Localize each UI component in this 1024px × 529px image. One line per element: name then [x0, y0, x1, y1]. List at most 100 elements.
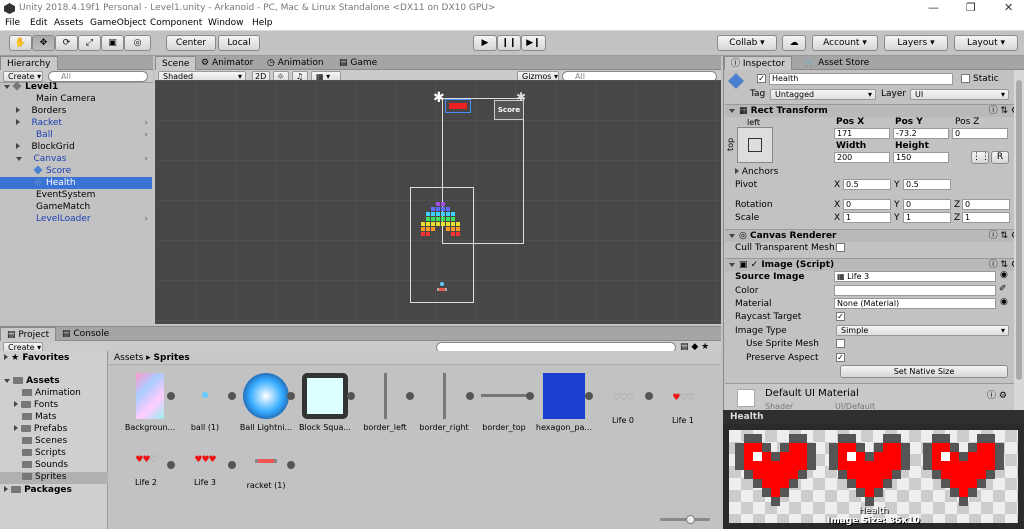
- scale-x-field[interactable]: 1: [843, 212, 891, 223]
- asset-block-square[interactable]: Block Squa...: [295, 373, 355, 432]
- menu-help[interactable]: Help: [252, 18, 273, 28]
- active-checkbox[interactable]: ✓: [757, 74, 766, 83]
- material-field[interactable]: None (Material): [834, 298, 996, 309]
- hierarchy-item-health[interactable]: Health: [0, 177, 152, 189]
- layer-dropdown[interactable]: UI ▾: [910, 89, 1009, 100]
- asset-hexagon-pattern[interactable]: hexagon_pa...: [534, 373, 594, 432]
- pivot-toggle[interactable]: Center: [166, 35, 216, 51]
- rotation-x-field[interactable]: 0: [843, 199, 891, 210]
- folder-animation[interactable]: Animation: [22, 388, 81, 398]
- expand-icon[interactable]: [228, 461, 236, 469]
- image-type-dropdown[interactable]: Simple ▾: [836, 325, 1009, 336]
- rotation-y-field[interactable]: 0: [903, 199, 951, 210]
- folder-mats[interactable]: Mats: [22, 412, 57, 422]
- asset-background[interactable]: Backgroun...: [120, 373, 180, 432]
- color-field[interactable]: [834, 285, 996, 296]
- menu-file[interactable]: File: [5, 18, 20, 28]
- scene-viewport[interactable]: Score ✱ ✱: [155, 80, 721, 324]
- breadcrumb-sprites[interactable]: Sprites: [154, 353, 190, 363]
- menu-component[interactable]: Component: [150, 18, 202, 28]
- account-dropdown[interactable]: Account ▾: [812, 35, 878, 51]
- folder-fonts[interactable]: Fonts: [14, 400, 58, 410]
- set-native-size-button[interactable]: Set Native Size: [840, 365, 1008, 378]
- tab-scene[interactable]: Scene: [155, 56, 197, 70]
- maximize-icon[interactable]: ❐: [966, 1, 976, 14]
- pivot-x-field[interactable]: 0.5: [843, 179, 891, 190]
- asset-racket[interactable]: racket (1): [236, 455, 296, 490]
- expand-icon[interactable]: [466, 392, 474, 400]
- expand-icon[interactable]: [287, 392, 295, 400]
- rect-transform-header[interactable]: ▦ Rect Transform ⓘ ⇅ ⚙: [725, 104, 1019, 117]
- play-button[interactable]: ▶: [473, 35, 497, 51]
- step-button[interactable]: ▶❙: [521, 35, 546, 51]
- asset-ball[interactable]: ball (1): [175, 373, 235, 432]
- image-script-header[interactable]: ▣ ✓ Image (Script) ⓘ ⇅ ⚙: [725, 258, 1019, 271]
- object-picker-icon[interactable]: ◉: [1000, 270, 1008, 280]
- scale-z-field[interactable]: 1: [962, 212, 1010, 223]
- rect-tool-icon[interactable]: ▣: [101, 35, 124, 51]
- tab-project[interactable]: ▤ Project: [0, 327, 57, 341]
- transform-tool-icon[interactable]: ◎: [124, 35, 151, 51]
- tab-game[interactable]: ▤ Game: [333, 56, 383, 70]
- pause-button[interactable]: ❙❙: [497, 35, 521, 51]
- asset-life-2[interactable]: ♥♥♡ Life 2: [116, 455, 176, 487]
- folder-sprites[interactable]: Sprites: [0, 472, 108, 484]
- health-selection[interactable]: [445, 99, 471, 113]
- minimize-icon[interactable]: —: [928, 1, 939, 14]
- asset-border-right[interactable]: border_right: [414, 373, 474, 432]
- scene-root-level1[interactable]: Level1: [0, 81, 152, 93]
- menu-gameobject[interactable]: GameObject: [90, 18, 146, 28]
- hierarchy-item-ball[interactable]: Ball ›: [0, 129, 152, 141]
- height-field[interactable]: 150: [893, 152, 949, 163]
- cull-checkbox[interactable]: [836, 243, 845, 252]
- eyedropper-icon[interactable]: ✐: [999, 284, 1007, 294]
- tab-console[interactable]: ▤ Console: [56, 327, 115, 341]
- hierarchy-item-borders[interactable]: Borders: [0, 105, 152, 117]
- folder-prefabs[interactable]: Prefabs: [14, 424, 67, 434]
- menu-window[interactable]: Window: [208, 18, 244, 28]
- asset-life-1[interactable]: ♥♡♡ Life 1: [653, 373, 713, 425]
- static-checkbox[interactable]: [961, 74, 970, 83]
- blueprint-mode-icon[interactable]: ⋮⋮: [971, 151, 990, 164]
- rotation-z-field[interactable]: 0: [962, 199, 1010, 210]
- asset-ball-lightning[interactable]: Ball Lightni...: [236, 373, 296, 432]
- width-field[interactable]: 200: [834, 152, 890, 163]
- source-image-field[interactable]: ▦ Life 3: [834, 271, 996, 282]
- scrollbar-thumb[interactable]: [1016, 80, 1022, 380]
- sprite-mesh-checkbox[interactable]: [836, 339, 845, 348]
- anchor-gizmo-icon[interactable]: ✱: [433, 90, 445, 106]
- hierarchy-item-canvas[interactable]: Canvas ›: [0, 153, 152, 165]
- tab-animation[interactable]: ◷ Animation: [261, 56, 330, 70]
- object-name-field[interactable]: Health: [769, 73, 953, 85]
- cloud-icon[interactable]: ☁: [782, 35, 806, 51]
- hierarchy-item-eventsystem[interactable]: EventSystem: [0, 189, 152, 201]
- hand-tool-icon[interactable]: ✋: [9, 35, 32, 51]
- layout-dropdown[interactable]: Layout ▾: [954, 35, 1018, 51]
- asset-border-top[interactable]: border_top: [474, 373, 534, 432]
- favorites-foldout[interactable]: ★ Favorites: [4, 353, 69, 363]
- pivot-y-field[interactable]: 0.5: [903, 179, 951, 190]
- asset-life-3[interactable]: ♥♥♥ Life 3: [175, 455, 235, 487]
- preserve-aspect-checkbox[interactable]: ✓: [836, 353, 845, 362]
- expand-icon[interactable]: [585, 392, 593, 400]
- expand-icon[interactable]: [167, 392, 175, 400]
- move-tool-icon[interactable]: ✥: [32, 35, 55, 51]
- hierarchy-item-main-camera[interactable]: Main Camera: [0, 93, 152, 105]
- rotate-tool-icon[interactable]: ⟳: [55, 35, 78, 51]
- canvas-renderer-header[interactable]: ◎ Canvas Renderer ⓘ ⇅ ⚙: [725, 229, 1019, 242]
- folder-scenes[interactable]: Scenes: [22, 436, 67, 446]
- hierarchy-item-blockgrid[interactable]: BlockGrid: [0, 141, 152, 153]
- expand-icon[interactable]: [167, 461, 175, 469]
- anchor-presets-button[interactable]: [737, 127, 773, 163]
- object-picker-icon[interactable]: ◉: [1000, 297, 1008, 307]
- layers-dropdown[interactable]: Layers ▾: [884, 35, 948, 51]
- hierarchy-item-racket[interactable]: Racket ›: [0, 117, 152, 129]
- tab-inspector[interactable]: ⓘ Inspector: [724, 56, 792, 70]
- tag-dropdown[interactable]: Untagged ▾: [770, 89, 876, 100]
- scale-y-field[interactable]: 1: [903, 212, 951, 223]
- expand-icon[interactable]: [287, 461, 295, 469]
- breadcrumb-assets[interactable]: Assets: [114, 353, 143, 363]
- tab-asset-store[interactable]: 🛒 Asset Store: [798, 56, 875, 70]
- tab-hierarchy[interactable]: Hierarchy: [0, 56, 58, 70]
- posz-field[interactable]: 0: [952, 128, 1008, 139]
